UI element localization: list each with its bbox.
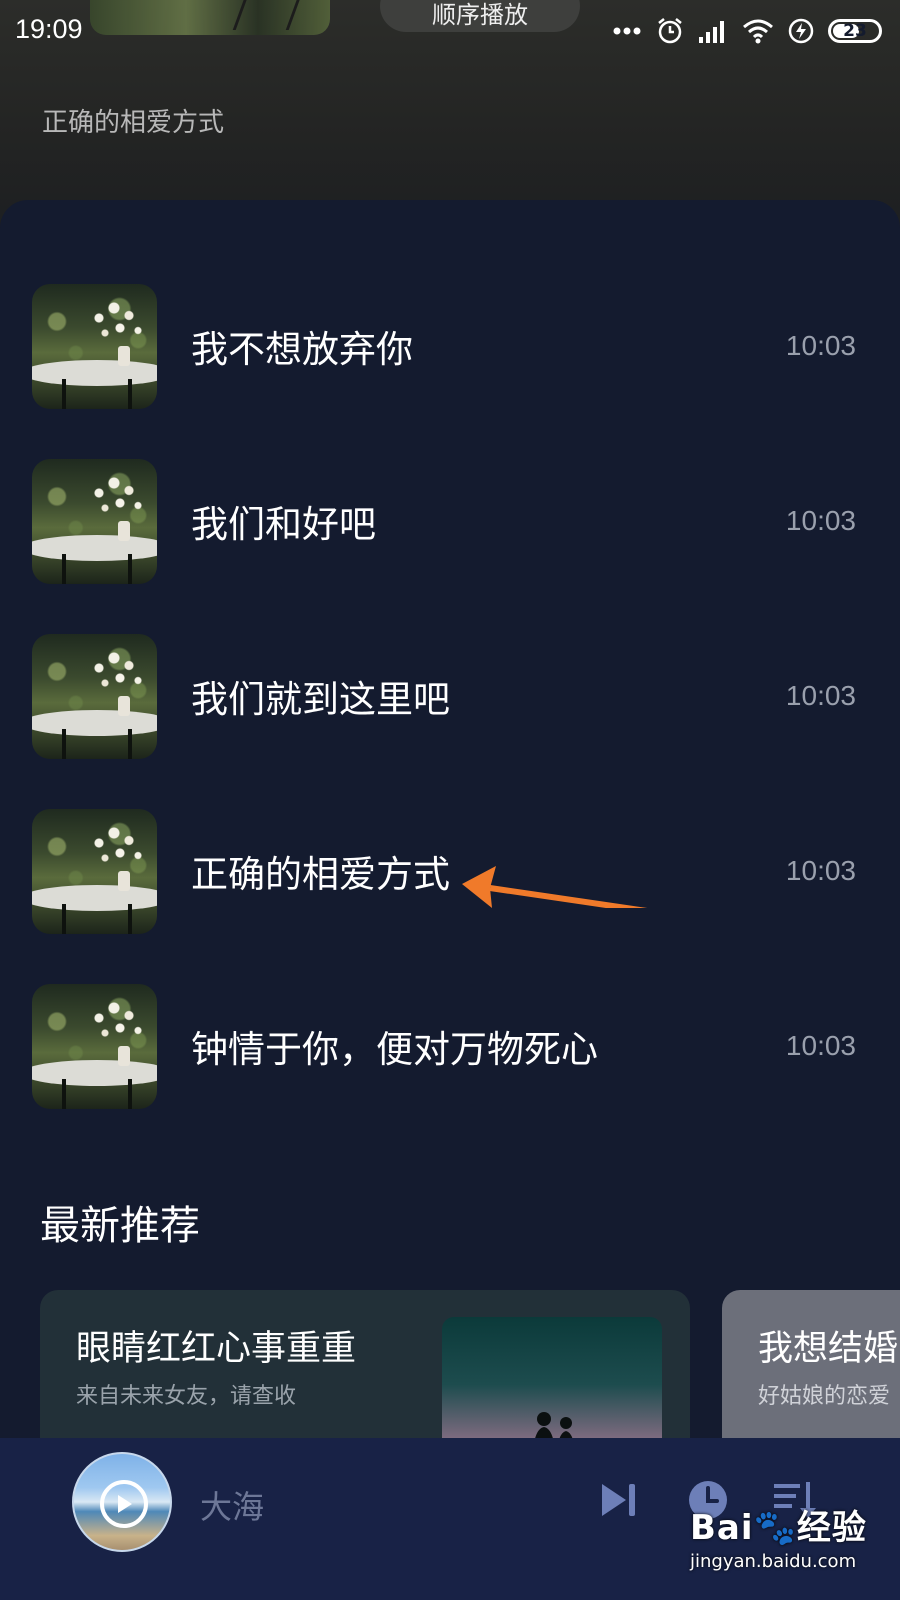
annotation-arrow-icon	[462, 866, 648, 908]
song-row[interactable]: 我不想放弃你 10:03	[32, 283, 868, 409]
next-track-icon[interactable]	[596, 1478, 640, 1522]
song-duration: 10:03	[785, 680, 856, 711]
recommend-card-subtitle: 好姑娘的恋爱	[758, 1384, 891, 1409]
album-art-header	[90, 0, 330, 35]
more-dots-icon	[613, 27, 641, 35]
song-row[interactable]: 我们和好吧 10:03	[32, 458, 868, 584]
watermark-logo: Bai🐾经验	[690, 1508, 867, 1548]
song-duration: 10:03	[785, 855, 856, 886]
song-thumbnail	[32, 283, 157, 409]
recommend-card[interactable]: 我想结婚 好姑娘的恋爱	[722, 1290, 900, 1460]
recommend-card-subtitle: 来自未来女友，请查收	[76, 1384, 297, 1409]
song-title: 钟情于你，便对万物死心	[191, 1028, 598, 1071]
play-icon[interactable]	[100, 1480, 148, 1528]
song-duration: 10:03	[785, 505, 856, 536]
player-song-title: 大海	[200, 1488, 265, 1526]
song-thumbnail	[32, 983, 157, 1109]
charging-icon	[788, 18, 814, 44]
song-thumbnail	[32, 633, 157, 759]
player-cover[interactable]	[72, 1452, 172, 1552]
top-header: 顺序播放 19:09 23 正确的相爱方式	[0, 0, 900, 230]
wifi-icon	[743, 19, 773, 44]
status-time: 19:09	[15, 14, 83, 44]
song-title: 我不想放弃你	[191, 328, 413, 371]
recommend-card-title: 眼睛红红心事重重	[76, 1329, 357, 1369]
song-thumbnail	[32, 458, 157, 584]
watermark-url: jingyan.baidu.com	[690, 1551, 857, 1572]
section-title-recommend: 最新推荐	[40, 1203, 200, 1249]
battery-icon: 23	[828, 19, 882, 43]
song-row[interactable]: 钟情于你，便对万物死心 10:03	[32, 983, 868, 1109]
signal-icon	[699, 21, 724, 43]
song-title: 我们就到这里吧	[191, 678, 450, 721]
baidu-jingyan-watermark: Bai🐾经验 jingyan.baidu.com	[690, 1500, 890, 1590]
alarm-icon	[658, 18, 682, 44]
play-order-label: 顺序播放	[432, 1, 528, 29]
song-row[interactable]: 我们就到这里吧 10:03	[32, 633, 868, 759]
song-duration: 10:03	[785, 330, 856, 361]
song-thumbnail	[32, 808, 157, 934]
battery-level: 23	[843, 21, 867, 41]
now-playing-title: 正确的相爱方式	[42, 108, 225, 138]
song-row[interactable]: 正确的相爱方式 10:03	[32, 808, 868, 934]
recommend-card-title: 我想结婚	[758, 1329, 899, 1369]
play-order-button[interactable]: 顺序播放	[380, 0, 580, 32]
song-duration: 10:03	[785, 1030, 856, 1061]
song-title: 我们和好吧	[191, 503, 376, 546]
status-icons: 23	[612, 16, 882, 46]
recommend-card[interactable]: 眼睛红红心事重重 来自未来女友，请查收	[40, 1290, 690, 1460]
